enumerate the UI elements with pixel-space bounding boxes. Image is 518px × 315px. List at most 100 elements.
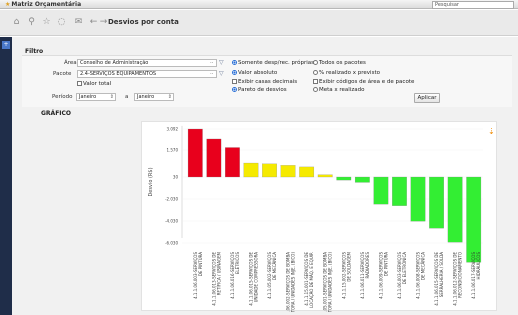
radio-icon — [232, 70, 237, 75]
x-tick-label-line: RADIADORES — [365, 252, 370, 279]
bar — [317, 174, 333, 178]
x-tick-label-line: DE PINTURA — [383, 252, 388, 276]
pacote-lookup-icon[interactable]: .. — [210, 70, 214, 76]
x-tick-label-line: HIDRÁULICOS — [476, 252, 481, 280]
star-icon: ★ — [5, 1, 11, 8]
email-icon[interactable]: ✉ — [73, 17, 84, 28]
bar — [280, 165, 296, 178]
option-pareto[interactable]: Pareto de desvios — [232, 87, 287, 93]
x-tick-label: 4.1.1.05.001-SERVIÇOS DE BOMBAINJETORA /… — [323, 252, 333, 312]
y-tick-label: 3.092 — [167, 127, 179, 132]
option-exibir-codigos-label: Exibir códigos de área e de pacote — [319, 79, 415, 85]
option-todos-label: Todos os pacotes — [319, 60, 366, 66]
bar — [262, 163, 277, 178]
option-percentual[interactable]: % realizado x previsto — [313, 70, 380, 76]
download-icon[interactable]: ⇣ — [488, 127, 495, 136]
option-somente-label: Somente desp/rec. próprias — [238, 60, 315, 66]
periodo-from-select[interactable]: Janeiro ⇕ — [76, 93, 116, 101]
pin-icon[interactable]: ⚲ — [26, 17, 37, 28]
pacote-field[interactable]: 2.4-SERVIÇOS EQUIPAMENTOS — [77, 70, 217, 78]
search-input[interactable]: Pesquisar — [432, 1, 514, 9]
home-icon[interactable]: ⌂ — [11, 17, 22, 28]
option-somente[interactable]: Somente desp/rec. próprias — [232, 60, 314, 66]
bar — [392, 176, 407, 206]
expand-icon[interactable]: + — [2, 41, 10, 49]
periodo-to-select[interactable]: Janeiro ⇕ — [134, 93, 174, 101]
option-exibir-casas[interactable]: Exibir casas decimais — [232, 79, 297, 85]
area-lookup-icon[interactable]: .. — [210, 59, 214, 65]
x-tick-label-line: RECONDICIONAMENTO — [458, 252, 463, 298]
favorite-icon[interactable]: ☆ — [41, 17, 52, 28]
x-tick-label: 4.1.1.06.003-SERVIÇOSDE ELETRÔNICA — [397, 252, 407, 299]
x-tick-label: 4.1.1.06.017-SERVIÇOSHIDRÁULICOS — [471, 252, 481, 299]
y-tick-label: -2.030 — [165, 197, 178, 202]
x-tick-label: 4.1.1.06.008-SERVIÇOSDE MECÂNICA — [416, 252, 426, 299]
periodo-separator: a — [125, 94, 129, 100]
select-arrow-icon: ⇕ — [109, 94, 114, 100]
valor-total-checkbox[interactable]: Valor total — [77, 81, 111, 87]
x-tick-label: 4.1.1.06.013-SERVIÇOS DERETÍFICA / USINA… — [211, 251, 221, 305]
forward-icon[interactable]: → — [98, 17, 109, 28]
x-tick-label-line: DE SOLDAGEM — [346, 251, 351, 281]
pacote-filter-icon[interactable]: ▽ — [219, 70, 224, 77]
bar — [410, 176, 426, 222]
page-title: Desvios por conta — [108, 18, 179, 26]
option-todos[interactable]: Todos os pacotes — [313, 60, 366, 66]
desvio-bar-chart: 3.092 1.570 30 -2.030 -4.030 -6.030 Desvio (R$… — [148, 125, 483, 315]
x-tick-label: 4.1.1.06.003-SERVIÇOSDE PINTURA — [193, 252, 203, 299]
option-exibir-codigos[interactable]: Exibir códigos de área e de pacote — [313, 79, 414, 85]
option-meta[interactable]: Meta x realizado — [313, 87, 364, 93]
y-tick-label: -6.030 — [165, 241, 178, 246]
bar — [225, 147, 240, 178]
comment-icon[interactable]: ◌ — [56, 17, 67, 28]
apply-button[interactable]: Aplicar — [414, 93, 440, 103]
x-tick-label-line: DE PINTURA — [198, 252, 203, 276]
radio-icon — [313, 70, 318, 75]
periodo-from-value: Janeiro — [79, 94, 97, 100]
y-tick-label: 1.570 — [167, 148, 179, 153]
x-tick-label: 4.1.1.06.016-SERVIÇOSELÉTRICOS — [230, 252, 240, 299]
area-filter-icon[interactable]: ▽ — [219, 59, 224, 66]
option-pareto-label: Pareto de desvios — [238, 87, 287, 93]
area-label: Área — [64, 60, 77, 66]
checkbox-icon — [232, 79, 237, 84]
window-title: ★Matriz Orçamentária — [5, 0, 81, 9]
option-exibir-casas-label: Exibir casas decimais — [238, 79, 298, 85]
periodo-label: Período — [52, 94, 73, 100]
title-bar: ★Matriz Orçamentária Pesquisar — [0, 0, 518, 9]
x-tick-label-line: DE ELETRÔNICA — [402, 252, 407, 284]
x-tick-label-line: RETÍFICA / USINAGEM — [216, 251, 221, 295]
radio-icon — [313, 60, 318, 65]
bar — [243, 162, 259, 178]
bar — [336, 176, 352, 181]
bar — [447, 176, 463, 243]
x-tick-label-line: LOCAÇÃO DE MÁQ. E EQUIP. — [309, 252, 314, 308]
y-axis-label: Desvio (R$) — [148, 167, 154, 196]
x-tick-label: 4.1.1.15.002-SERVIÇOSDE SOLDAGEM — [341, 251, 351, 298]
checkbox-icon — [77, 81, 82, 86]
valor-total-label: Valor total — [83, 81, 112, 87]
x-tick-label: 4.1.1.06.012-SERVIÇOS DERECONDICIONAMENT… — [453, 252, 463, 306]
x-tick-label: 4.1.1.06.015-SERVIÇOS DESERRALHERIA / SO… — [434, 252, 444, 306]
option-valor-absoluto[interactable]: Valor absoluto — [232, 70, 277, 76]
area-field[interactable]: Conselho de Administração — [77, 59, 217, 67]
bar — [466, 176, 482, 263]
option-meta-label: Meta x realizado — [319, 87, 365, 93]
x-tick-label-line: INJETORA / UNIDADES INJE. (BICO) — [291, 252, 296, 312]
window-title-text: Matriz Orçamentária — [11, 1, 82, 8]
grafico-header: GRÁFICO — [41, 110, 72, 117]
x-tick-label-line: SERRALHERIA / SOLDA — [439, 252, 444, 297]
radio-icon — [232, 87, 237, 92]
x-tick-label: 4.1.1.06.015-SERVIÇOS DEUNIDADE COMPRESS… — [248, 252, 258, 306]
x-tick-label-line: DE MECÂNICA — [421, 252, 426, 280]
option-valor-absoluto-label: Valor absoluto — [238, 70, 278, 76]
filter-header: Filtro — [25, 48, 44, 55]
x-tick-label-line: INJETORA / UNIDADES INJE. (BICO) — [328, 252, 333, 312]
x-tick-label-line: ELÉTRICOS — [235, 252, 240, 275]
x-tick-label: 4.1.1.05.002-SERVIÇOSDE MECÂNICA — [267, 252, 277, 299]
bar — [429, 176, 444, 229]
bar — [354, 176, 370, 183]
left-sidebar: + — [0, 37, 12, 315]
bar — [187, 128, 203, 178]
periodo-to-value: Janeiro — [137, 94, 155, 100]
